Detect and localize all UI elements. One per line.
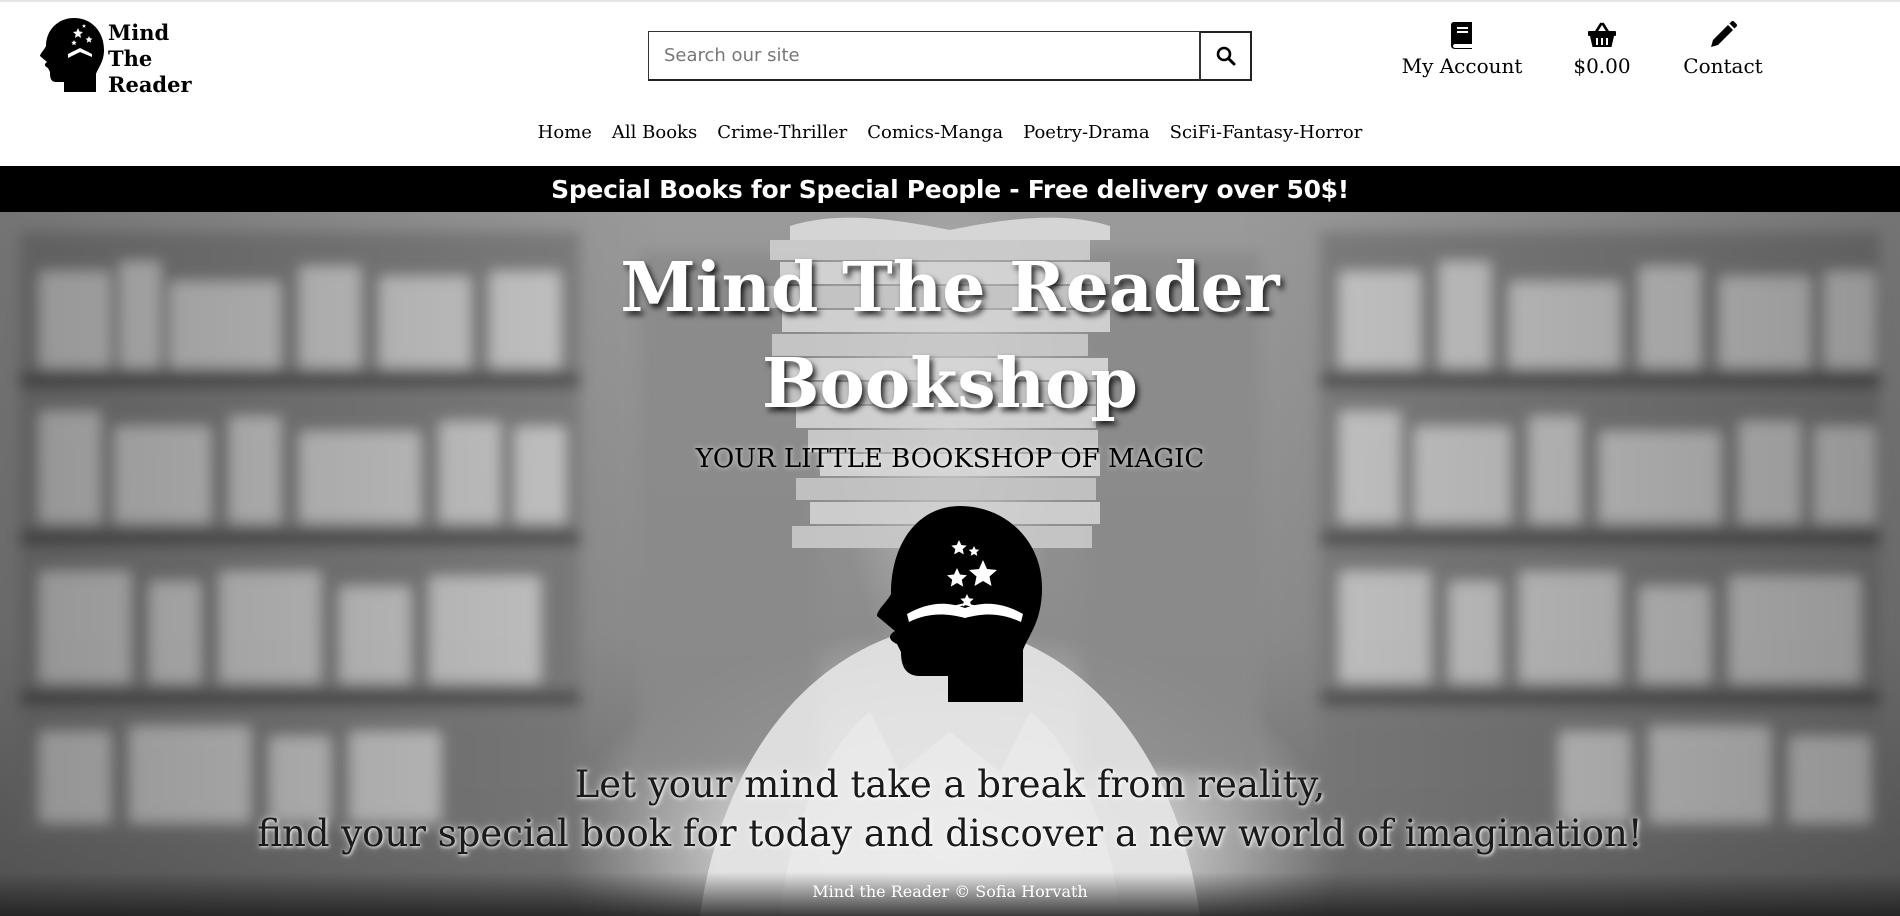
cart-link[interactable]: $0.00 bbox=[1560, 20, 1644, 78]
hero-message-line: Let your mind take a break from reality, bbox=[574, 763, 1326, 806]
search-input[interactable] bbox=[648, 31, 1201, 81]
search-form bbox=[648, 31, 1252, 81]
cart-total: $0.00 bbox=[1573, 54, 1631, 78]
contact-label: Contact bbox=[1683, 54, 1763, 78]
promo-banner: Special Books for Special People - Free … bbox=[0, 166, 1900, 212]
logo-line: The bbox=[108, 46, 153, 71]
promo-text: Special Books for Special People - Free … bbox=[551, 174, 1349, 204]
hero-subtitle: YOUR LITTLE BOOKSHOP OF MAGIC bbox=[695, 444, 1205, 474]
site-logo[interactable]: Mind The Reader bbox=[34, 16, 194, 98]
copyright-text: Mind the Reader © Sofia Horvath bbox=[812, 882, 1088, 901]
my-account-label: My Account bbox=[1401, 54, 1523, 78]
nav-crime-thriller[interactable]: Crime-Thriller bbox=[717, 122, 847, 143]
pencil-icon bbox=[1709, 20, 1737, 50]
nav-poetry-drama[interactable]: Poetry-Drama bbox=[1023, 122, 1150, 143]
hero-title: Mind The Reader Bookshop bbox=[0, 240, 1900, 432]
site-header: Mind The Reader My Account bbox=[0, 2, 1900, 166]
hero-title-line: Mind The Reader bbox=[620, 248, 1280, 328]
hero-content: Mind The Reader Bookshop YOUR LITTLE BOO… bbox=[0, 212, 1900, 916]
contact-link[interactable]: Contact bbox=[1678, 20, 1768, 78]
search-icon bbox=[1216, 46, 1235, 66]
basket-icon bbox=[1587, 20, 1617, 50]
head-book-stars-icon bbox=[40, 18, 104, 92]
logo-text: Mind The Reader bbox=[108, 20, 192, 98]
nav-home[interactable]: Home bbox=[538, 122, 592, 143]
hero-title-line: Bookshop bbox=[762, 344, 1138, 424]
book-icon bbox=[1450, 20, 1474, 50]
nav-scifi-fantasy-horror[interactable]: SciFi-Fantasy-Horror bbox=[1170, 122, 1363, 143]
main-nav: Home All Books Crime-Thriller Comics-Man… bbox=[0, 122, 1900, 143]
my-account-link[interactable]: My Account bbox=[1402, 20, 1522, 78]
logo-line: Reader bbox=[108, 72, 192, 97]
nav-all-books[interactable]: All Books bbox=[612, 122, 697, 143]
hero-message-line: find your special book for today and dis… bbox=[257, 812, 1643, 855]
hero-section: Mind The Reader Bookshop YOUR LITTLE BOO… bbox=[0, 212, 1900, 916]
nav-comics-manga[interactable]: Comics-Manga bbox=[867, 122, 1003, 143]
head-book-stars-icon bbox=[877, 506, 1042, 702]
search-button[interactable] bbox=[1199, 31, 1252, 81]
logo-line: Mind bbox=[108, 20, 170, 45]
hero-message: Let your mind take a break from reality,… bbox=[0, 760, 1900, 858]
